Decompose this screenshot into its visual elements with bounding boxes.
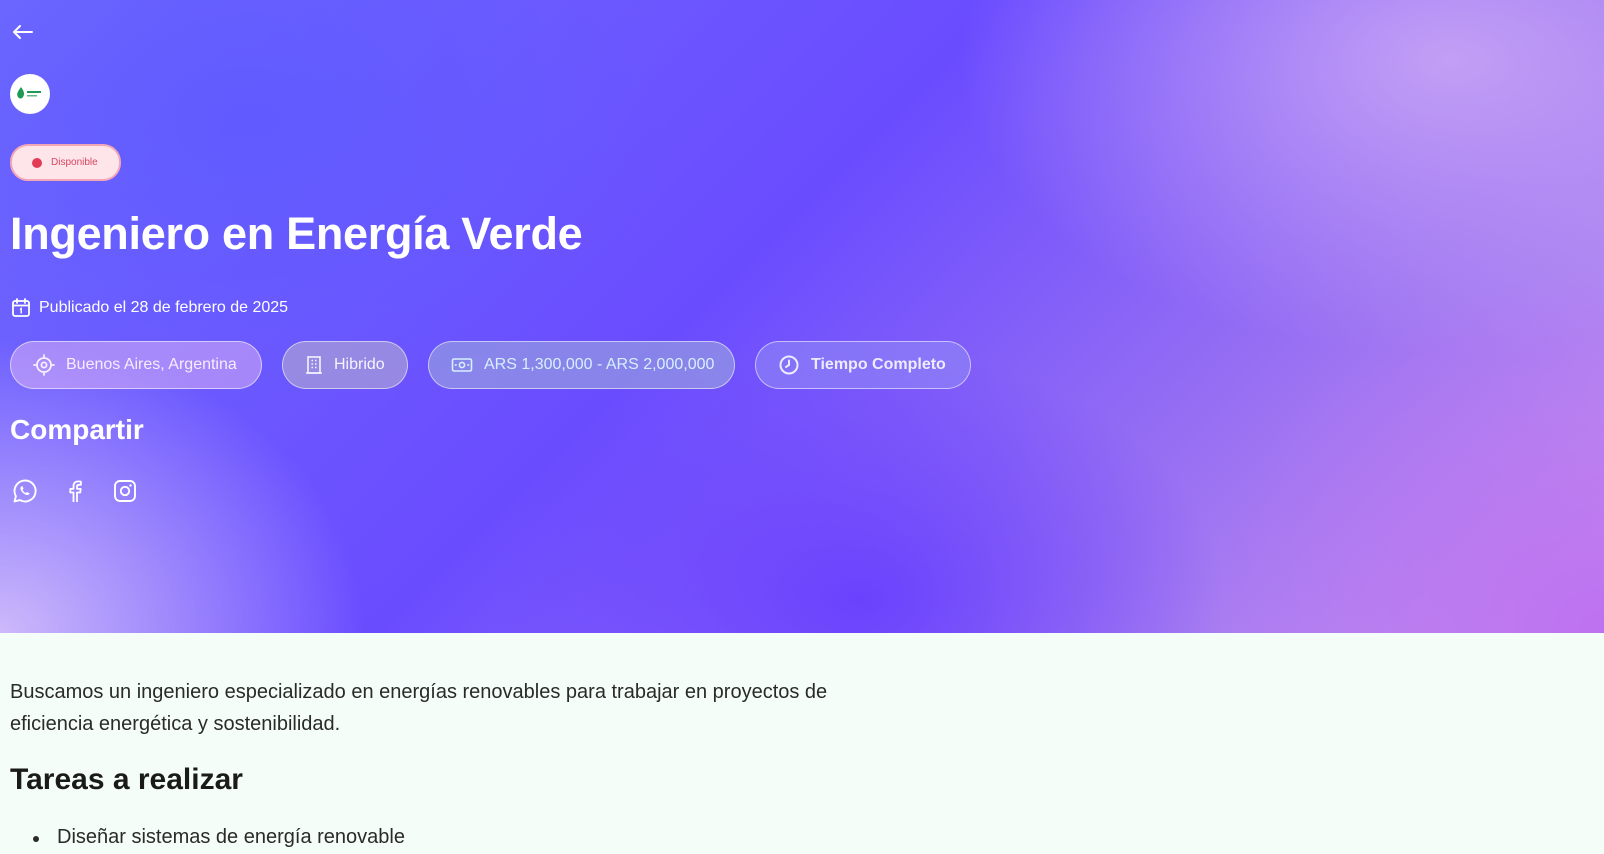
building-icon — [306, 356, 322, 374]
published-date: Publicado el 28 de febrero de 2025 — [11, 297, 288, 318]
leaf-logo-icon — [17, 87, 41, 99]
company-logo — [10, 74, 50, 114]
tasks-list: Diseñar sistemas de energía renovable — [33, 826, 405, 849]
modality-chip: Hibrido — [282, 341, 408, 389]
list-item: Diseñar sistemas de energía renovable — [33, 826, 405, 849]
location-text: Buenos Aires, Argentina — [66, 356, 237, 373]
money-icon — [451, 358, 473, 372]
arrow-left-icon — [13, 25, 33, 39]
job-hero: Disponible Ingeniero en Energía Verde Pu… — [0, 0, 1604, 633]
facebook-icon — [69, 480, 82, 502]
job-description: Buscamos un ingeniero especializado en e… — [10, 681, 828, 735]
tasks-heading: Tareas a realizar — [10, 763, 243, 796]
schedule-text: Tiempo Completo — [811, 356, 946, 373]
share-heading: Compartir — [10, 414, 144, 445]
location-target-icon — [33, 354, 55, 376]
whatsapp-icon — [13, 479, 37, 503]
instagram-icon — [114, 480, 136, 502]
salary-chip: ARS 1,300,000 - ARS 2,000,000 — [428, 341, 735, 389]
clock-icon — [779, 355, 799, 375]
calendar-icon — [12, 298, 30, 317]
salary-text: ARS 1,300,000 - ARS 2,000,000 — [484, 356, 715, 373]
share-whatsapp-button[interactable] — [11, 477, 39, 505]
job-title: Ingeniero en Energía Verde — [10, 208, 583, 259]
status-dot — [32, 157, 42, 168]
location-chip: Buenos Aires, Argentina — [10, 341, 262, 389]
schedule-chip: Tiempo Completo — [755, 341, 971, 389]
published-text: Publicado el 28 de febrero de 2025 — [39, 298, 289, 316]
status-badge: Disponible — [10, 144, 121, 181]
share-instagram-button[interactable] — [111, 477, 139, 505]
share-facebook-button[interactable] — [61, 477, 89, 505]
status-label: Disponible — [51, 157, 98, 168]
modality-text: Hibrido — [334, 356, 385, 373]
back-button[interactable] — [10, 20, 36, 44]
